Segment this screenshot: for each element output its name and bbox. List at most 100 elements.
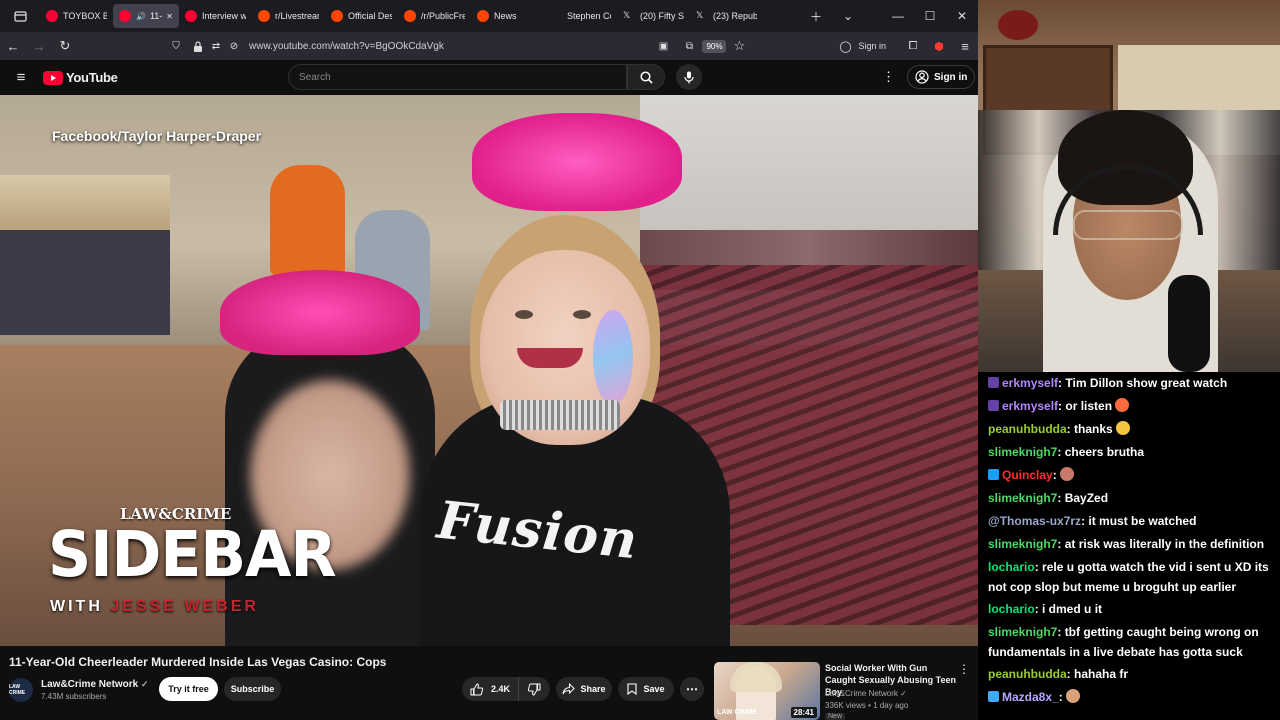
chat-username[interactable]: slimeknigh7: [988, 625, 1057, 639]
webcam-feed: [978, 0, 1280, 372]
chat-badge-icon: [988, 377, 999, 388]
channel-name[interactable]: Law&Crime Network ✓: [41, 679, 149, 690]
save-button[interactable]: Save: [618, 677, 674, 701]
shield-icon[interactable]: ⛉: [163, 33, 189, 59]
video-stage-dancers: [0, 175, 170, 235]
more-actions-icon[interactable]: ⋯: [680, 677, 704, 701]
youtube-logo[interactable]: YouTube: [43, 70, 118, 85]
search-button[interactable]: [627, 64, 665, 90]
browser-signin[interactable]: Sign in: [858, 41, 886, 51]
channel-name-text: Law&Crime Network: [41, 679, 139, 690]
channel-avatar[interactable]: LAW CRIME: [9, 678, 33, 702]
chat-username[interactable]: peanuhbudda: [988, 422, 1067, 436]
browser-tab[interactable]: News: [471, 4, 544, 28]
back-arrow-icon[interactable]: ←: [0, 33, 26, 59]
chat-username[interactable]: @Thomas-ux7rz: [988, 514, 1081, 528]
recommended-thumbnail[interactable]: LAW CRIME 28:41: [714, 662, 820, 720]
dislike-button[interactable]: [518, 677, 550, 701]
reddit-favicon-icon: [331, 10, 343, 22]
video-face-paint: [593, 310, 633, 405]
search-icon: [639, 70, 653, 84]
chat-username[interactable]: erkmyself: [1002, 399, 1058, 413]
lock-icon[interactable]: [189, 33, 207, 59]
chat-message: @Thomas-ux7rz: it must be watched: [988, 510, 1276, 533]
chat-username[interactable]: slimeknigh7: [988, 491, 1057, 505]
browser-tab[interactable]: 𝕏 (23) Republ: [690, 4, 763, 28]
blank-favicon-icon: [550, 10, 562, 22]
settings-more-icon[interactable]: ⋮: [882, 69, 895, 85]
chat-username[interactable]: slimeknigh7: [988, 445, 1057, 459]
close-tab-icon[interactable]: ✕: [166, 12, 173, 21]
browser-tab[interactable]: 𝕏 (20) Fifty Sh: [617, 4, 690, 28]
subscriber-count: 7.43M subscribers: [41, 692, 107, 701]
minimize-icon[interactable]: —: [882, 0, 914, 32]
reader-view-icon[interactable]: ▣: [650, 33, 676, 59]
chat-emote-icon: [1065, 689, 1080, 703]
recommended-meta: 336K views • 1 day ago: [825, 701, 909, 710]
tab-label: TOYBOX BE: [63, 11, 107, 21]
chat-username[interactable]: Mazda8x_: [1002, 690, 1059, 704]
video-host-name: JESSE WEBER: [110, 598, 259, 615]
video-player[interactable]: Fusion Facebook/Taylor Harper-Draper LAW…: [0, 95, 978, 646]
maximize-icon[interactable]: ☐: [914, 0, 946, 32]
tab-list-chevron-icon[interactable]: ⌄: [832, 0, 864, 32]
tracking-blocked-icon[interactable]: ⊘: [225, 33, 243, 59]
subscribe-button[interactable]: Subscribe: [224, 677, 281, 701]
new-tab-plus-icon[interactable]: ＋: [800, 0, 832, 32]
menu-hamburger-icon[interactable]: ≡: [952, 33, 978, 59]
new-badge: New: [825, 713, 846, 720]
voice-search-button[interactable]: [676, 64, 702, 90]
youtube-favicon-icon: [185, 10, 197, 22]
browser-tab[interactable]: Official Des: [325, 4, 398, 28]
permissions-icon[interactable]: ⇄: [207, 33, 225, 59]
forward-arrow-icon[interactable]: →: [26, 33, 52, 59]
share-button[interactable]: Share: [556, 677, 612, 701]
browser-tab[interactable]: /r/PublicFre: [398, 4, 471, 28]
video-background-person: [270, 165, 345, 275]
chat-message: Quinclay:: [988, 464, 1276, 487]
bookmark-star-icon[interactable]: ☆: [726, 33, 752, 59]
chat-text: : or listen: [1058, 399, 1113, 413]
chat-badge-icon: [988, 400, 999, 411]
browser-tab[interactable]: Stephen Co: [544, 4, 617, 28]
chat-username[interactable]: peanuhbudda: [988, 667, 1067, 681]
chat-text: : Tim Dillon show great watch: [1058, 376, 1228, 390]
tab-label: /r/PublicFre: [421, 11, 465, 21]
recommended-channel-text: Law&Crime Network: [825, 689, 898, 698]
signin-button[interactable]: Sign in: [907, 65, 976, 89]
speaker-icon[interactable]: 🔊: [136, 12, 146, 21]
browser-tab[interactable]: TOYBOX BE: [40, 4, 113, 28]
try-it-free-button[interactable]: Try it free: [159, 677, 218, 701]
chat-username[interactable]: slimeknigh7: [988, 537, 1057, 551]
chat-username[interactable]: Quinclay: [1002, 468, 1053, 482]
chat-username[interactable]: lochario: [988, 602, 1035, 616]
guide-menu-icon[interactable]: ≡: [8, 64, 34, 90]
chat-text: : cheers brutha: [1057, 445, 1145, 459]
extensions-icon[interactable]: ⧠: [900, 33, 926, 59]
chat-message: erkmyself: or listen: [988, 395, 1276, 418]
tab-label: Interview w: [202, 11, 246, 21]
browser-tab[interactable]: r/Livestrean: [252, 4, 325, 28]
ublock-icon[interactable]: ⬢: [926, 33, 952, 59]
account-icon[interactable]: ◯: [832, 33, 858, 59]
browser-tab[interactable]: Interview w: [179, 4, 252, 28]
chat-text: : at risk was literally in the definitio…: [1057, 537, 1265, 551]
chat-username[interactable]: erkmyself: [1002, 376, 1058, 390]
recommended-more-icon[interactable]: ⋮: [958, 662, 970, 676]
tab-overview-icon[interactable]: [0, 3, 40, 29]
search-input[interactable]: Search: [288, 64, 627, 90]
signin-label: Sign in: [934, 71, 968, 83]
like-button[interactable]: 2.4K: [462, 677, 518, 701]
live-chat: erkmyself: Tim Dillon show great watch er…: [978, 372, 1280, 720]
chat-username[interactable]: lochario: [988, 560, 1035, 574]
zoom-level[interactable]: 90%: [702, 39, 727, 53]
url-bar[interactable]: www.youtube.com/watch?v=BgOOkCdaVgk: [249, 41, 444, 52]
reload-icon[interactable]: ↻: [52, 33, 78, 59]
chat-message: Mazda8x_:: [988, 686, 1276, 709]
browser-tab[interactable]: 🔊11-Y✕: [113, 4, 179, 28]
recommended-channel[interactable]: Law&Crime Network ✓: [825, 689, 907, 698]
screenshot-icon[interactable]: ⧉: [676, 33, 702, 59]
close-window-icon[interactable]: ✕: [946, 0, 978, 32]
chat-message: slimeknigh7: at risk was literally in th…: [988, 533, 1276, 556]
tab-label: (20) Fifty Sh: [640, 11, 684, 21]
